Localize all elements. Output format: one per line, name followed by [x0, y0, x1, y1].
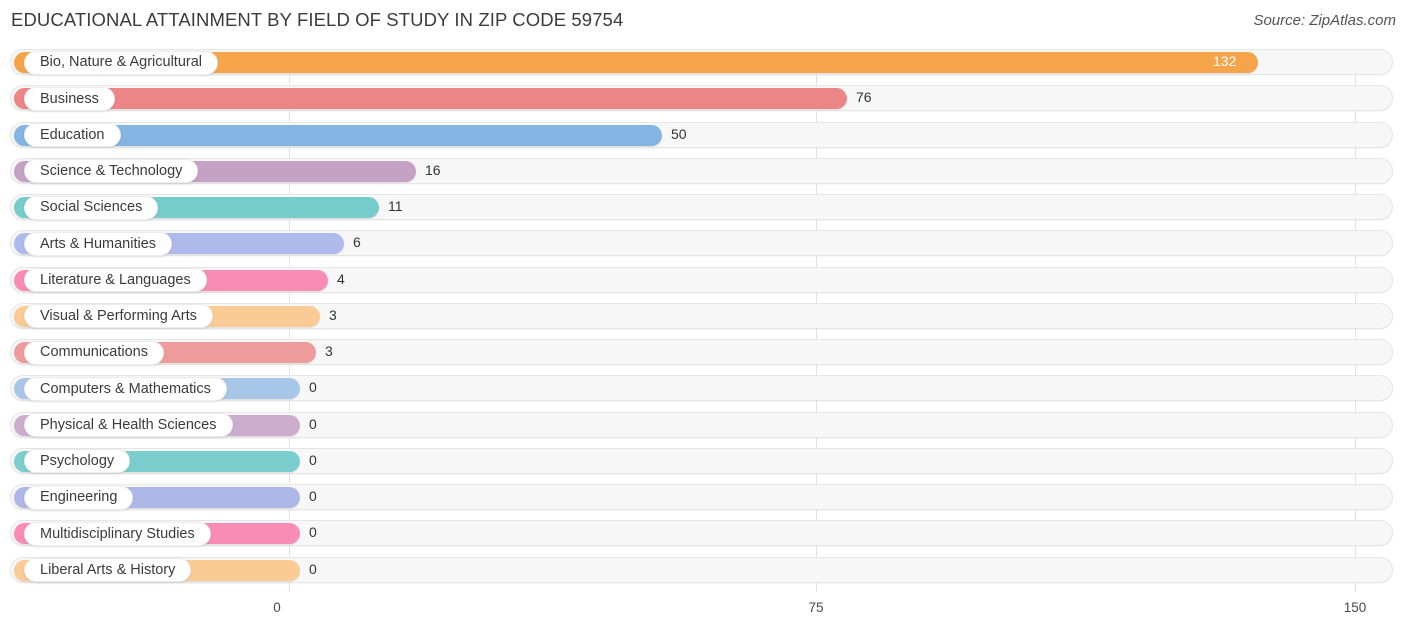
- category-label-pill: Business: [24, 86, 115, 111]
- category-label: Communications: [40, 344, 148, 361]
- category-label: Arts & Humanities: [40, 235, 157, 252]
- bar-row[interactable]: Education 50: [0, 117, 1406, 153]
- value-label: 11: [388, 198, 403, 214]
- bar-row[interactable]: Social Sciences 11: [0, 189, 1406, 225]
- bar-row[interactable]: Business 76: [0, 80, 1406, 116]
- x-axis: 0 75 150: [0, 596, 1406, 631]
- bar-row[interactable]: Computers & Mathematics 0: [0, 370, 1406, 406]
- value-label: 4: [337, 270, 345, 287]
- category-label-pill: Bio, Nature & Agricultural: [24, 50, 218, 75]
- category-label: Social Sciences: [40, 199, 143, 216]
- value-label: 3: [329, 306, 337, 323]
- category-label: Multidisciplinary Studies: [40, 525, 195, 542]
- value-label: 0: [309, 524, 317, 541]
- category-label: Engineering: [40, 489, 118, 506]
- category-label-pill: Liberal Arts & History: [24, 558, 192, 582]
- category-label: Business: [40, 90, 99, 107]
- value-label: 6: [353, 234, 361, 251]
- category-label-pill: Literature & Languages: [24, 268, 207, 292]
- value-bar[interactable]: [14, 88, 847, 110]
- value-label: 0: [309, 415, 317, 432]
- bar-rows: Bio, Nature & Agricultural 132 Business 76 E…: [0, 44, 1406, 588]
- category-label-pill: Physical & Health Sciences: [24, 413, 233, 437]
- source-attribution: Source: ZipAtlas.com: [1253, 12, 1396, 29]
- value-label: 16: [425, 161, 441, 178]
- bar-row[interactable]: Arts & Humanities 6: [0, 225, 1406, 261]
- bar-row[interactable]: Multidisciplinary Studies 0: [0, 515, 1406, 551]
- value-label: 50: [671, 125, 687, 142]
- category-label: Education: [40, 126, 105, 143]
- value-label: 0: [309, 451, 317, 468]
- bar-row[interactable]: Literature & Languages 4: [0, 262, 1406, 298]
- axis-tick-label: 150: [1343, 600, 1367, 615]
- bar-row[interactable]: Science & Technology 16: [0, 153, 1406, 189]
- category-label-pill: Engineering: [24, 485, 134, 510]
- category-label-pill: Multidisciplinary Studies: [24, 521, 211, 546]
- category-label: Psychology: [40, 453, 115, 469]
- axis-tick-label: 0: [273, 600, 281, 615]
- value-label: 0: [309, 560, 317, 577]
- bar-row[interactable]: Liberal Arts & History 0: [0, 552, 1406, 588]
- chart-container: EDUCATIONAL ATTAINMENT BY FIELD OF STUDY…: [0, 0, 1406, 631]
- category-label-pill: Psychology: [24, 449, 131, 474]
- category-label: Physical & Health Sciences: [40, 416, 217, 433]
- category-label: Liberal Arts & History: [40, 561, 176, 578]
- value-label: 0: [309, 488, 317, 504]
- category-label: Science & Technology: [40, 163, 183, 179]
- category-label: Bio, Nature & Agricultural: [40, 54, 202, 71]
- axis-tick-label: 75: [808, 600, 824, 615]
- bar-row[interactable]: Psychology 0: [0, 443, 1406, 479]
- bar-row[interactable]: Engineering 0: [0, 479, 1406, 515]
- category-label-pill: Education: [24, 123, 121, 147]
- bar-row[interactable]: Physical & Health Sciences 0: [0, 407, 1406, 443]
- value-label: 132: [1213, 53, 1237, 69]
- category-label-pill: Science & Technology: [24, 159, 199, 184]
- category-label-pill: Social Sciences: [24, 195, 159, 220]
- value-label: 0: [309, 379, 317, 396]
- category-label: Computers & Mathematics: [40, 380, 211, 397]
- category-label: Visual & Performing Arts: [40, 308, 197, 324]
- plot-area: Bio, Nature & Agricultural 132 Business 76 E…: [0, 44, 1406, 596]
- category-label-pill: Communications: [24, 340, 164, 365]
- page-title: EDUCATIONAL ATTAINMENT BY FIELD OF STUDY…: [11, 9, 624, 30]
- category-label-pill: Computers & Mathematics: [24, 376, 227, 401]
- bar-row[interactable]: Bio, Nature & Agricultural 132: [0, 44, 1406, 80]
- category-label: Literature & Languages: [40, 271, 191, 288]
- bar-row[interactable]: Communications 3: [0, 334, 1406, 370]
- category-label-pill: Visual & Performing Arts: [24, 304, 213, 329]
- value-label: 76: [856, 89, 872, 106]
- category-label-pill: Arts & Humanities: [24, 231, 173, 256]
- bar-row[interactable]: Visual & Performing Arts 3: [0, 298, 1406, 334]
- value-label: 3: [325, 343, 333, 359]
